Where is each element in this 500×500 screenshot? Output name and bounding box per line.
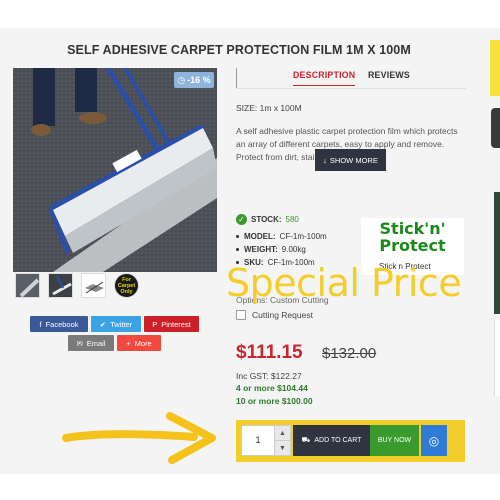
side-product-image[interactable] [494,192,500,314]
bullet-icon [236,235,239,238]
share-twitter-button[interactable]: ✔ Twitter [91,316,141,332]
plus-icon: + [126,338,131,348]
clock-icon: ◷ [177,74,186,85]
cutting-request-checkbox[interactable] [236,310,246,320]
stock-status: ✓ STOCK: 580 [236,214,299,225]
bottom-strip [0,474,500,500]
current-price: $111.15 [236,342,303,363]
twitter-icon: ✔ [99,319,107,329]
top-strip [0,0,500,28]
compare-icon: ◎ [428,433,440,448]
product-title: SELF ADHESIVE CARPET PROTECTION FILM 1M … [67,43,411,57]
side-scroll-tab[interactable] [491,108,500,148]
spec-model: MODEL: CF-1m-100m [236,232,327,241]
tab-divider [236,68,237,88]
buy-now-button[interactable]: BUY NOW [370,425,419,456]
add-to-cart-button[interactable]: ⛟ ADD TO CART [293,425,370,456]
brand-logo: Stick'n' Protect [379,219,446,255]
inc-gst-price: Inc GST: $122.27 [236,371,302,381]
spec-weight: WEIGHT: 9.00kg [236,245,306,254]
check-circle-icon: ✓ [236,214,247,225]
arrow-annotation [62,412,216,464]
decrement-icon[interactable]: ▼ [275,441,290,456]
share-facebook-button[interactable]: f Facebook [30,316,88,332]
cutting-request-option[interactable]: Cutting Request [236,310,313,320]
stock-value: 580 [285,215,299,224]
pinterest-icon: P [152,319,158,329]
tab-reviews[interactable]: REVIEWS [368,70,410,80]
facebook-icon: f [39,319,42,329]
thumbnail-3[interactable] [81,273,106,298]
discount-badge: ◷ -16 % [174,72,214,88]
size-text: SIZE: 1m x 100M [236,103,302,113]
tab-description[interactable]: DESCRIPTION [293,70,356,86]
side-banner[interactable] [490,40,500,96]
thumbnail-4[interactable]: For Carpet Only [114,273,139,298]
share-pinterest-button[interactable]: P Pinterest [144,316,199,332]
special-price-overlay: Special Price [226,261,462,305]
bullet-icon [236,248,239,251]
tab-underline [236,88,466,89]
carpet-only-label: For Carpet Only [117,276,136,295]
increment-icon[interactable]: ▲ [275,426,290,441]
envelope-icon: ✉ [76,338,83,348]
tier-price-4: 4 or more $104.44 [236,383,308,393]
arrow-down-icon: ↓ [323,155,327,165]
tier-price-10: 10 or more $100.00 [236,396,313,406]
quantity-stepper: ▲ ▼ [275,425,291,456]
product-main-image[interactable] [13,68,217,272]
share-email-button[interactable]: ✉ Email [68,335,114,351]
thumbnail-strip: For Carpet Only [15,273,139,298]
share-more-button[interactable]: + More [117,335,161,351]
thumbnail-1[interactable] [15,273,40,298]
cart-icon: ⛟ [301,437,311,444]
thumbnail-2[interactable] [48,273,73,298]
old-price: $132.00 [322,345,377,362]
quantity-input[interactable]: 1 [241,425,275,456]
side-panel [494,320,500,396]
compare-button[interactable]: ◎ [421,425,447,456]
show-more-button[interactable]: ↓ SHOW MORE [315,149,386,171]
